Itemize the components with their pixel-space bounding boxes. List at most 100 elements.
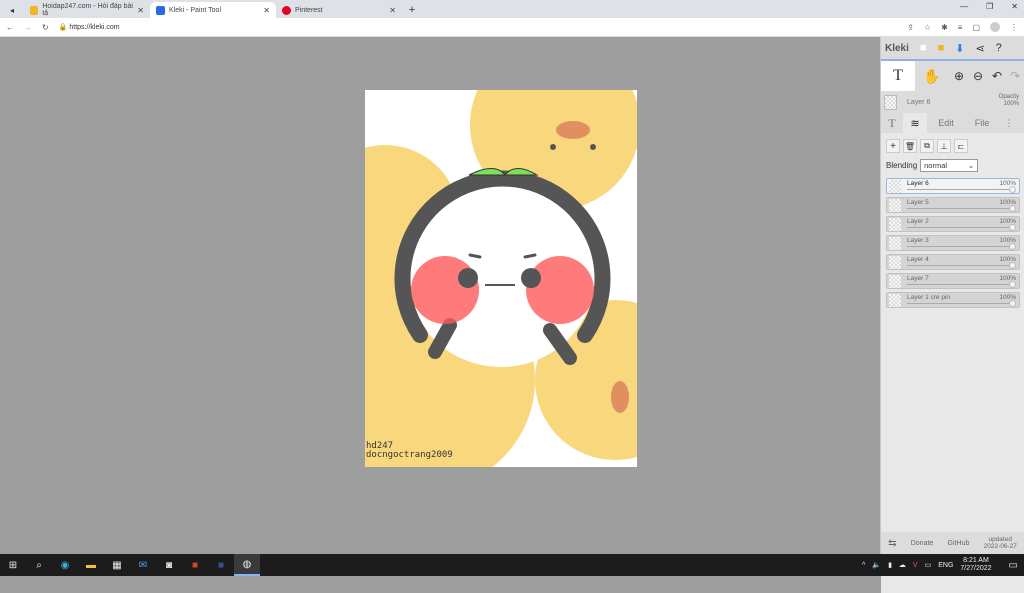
media-icon[interactable]: ≡ bbox=[958, 23, 963, 32]
layer-thumbnail bbox=[889, 294, 901, 307]
mail-icon[interactable]: ✉ bbox=[130, 554, 156, 576]
share-icon[interactable]: ⇪ bbox=[907, 23, 914, 32]
tray-chevron-icon[interactable]: ^ bbox=[862, 562, 865, 569]
network-icon[interactable]: ▭ bbox=[925, 561, 932, 569]
clock[interactable]: 8:21 AM 7/27/2022 bbox=[960, 557, 991, 573]
layer-opacity-slider[interactable] bbox=[907, 227, 1011, 228]
zoom-in-icon[interactable]: ⊕ bbox=[949, 69, 969, 83]
minimize-button[interactable]: — bbox=[960, 2, 968, 11]
close-window-button[interactable]: ✕ bbox=[1011, 2, 1018, 11]
help-icon[interactable]: ? bbox=[996, 42, 1002, 54]
github-link[interactable]: GitHub bbox=[948, 540, 970, 547]
share-icon[interactable]: ⋖ bbox=[975, 42, 984, 55]
download-icon[interactable]: ⬇ bbox=[955, 42, 964, 55]
drawing-canvas[interactable]: hd247 docngoctrang2009 bbox=[365, 90, 637, 467]
layer-opacity-slider[interactable] bbox=[907, 284, 1011, 285]
file-tab[interactable]: File bbox=[965, 118, 999, 128]
layer-opacity-slider[interactable] bbox=[907, 189, 1011, 190]
sidepanel-icon[interactable]: ▢ bbox=[972, 23, 980, 32]
reload-icon[interactable]: ↻ bbox=[42, 23, 49, 32]
close-tab-icon[interactable]: ✕ bbox=[263, 6, 270, 15]
layer-list: Layer 6 100% Layer 5 100% Layer 2 100% Layer 3… bbox=[881, 178, 1024, 308]
layer-item[interactable]: Layer 3 100% bbox=[886, 235, 1020, 251]
menu-icon[interactable]: ⋮ bbox=[1010, 23, 1018, 32]
layer-thumbnail bbox=[889, 218, 901, 231]
artwork bbox=[365, 90, 637, 467]
close-tab-icon[interactable]: ✕ bbox=[137, 6, 144, 15]
tab-pinterest[interactable]: Pinterest ✕ bbox=[276, 2, 402, 18]
forward-icon[interactable]: → bbox=[24, 23, 32, 32]
undo-icon[interactable]: ↶ bbox=[987, 69, 1007, 83]
camera-icon[interactable]: ◙ bbox=[156, 554, 182, 576]
donate-link[interactable]: Donate bbox=[911, 540, 934, 547]
hand-tool-icon[interactable]: ✋ bbox=[915, 68, 949, 85]
zoom-out-icon[interactable]: ⊖ bbox=[969, 69, 987, 83]
star-icon[interactable]: ☆ bbox=[924, 23, 931, 32]
slider-knob[interactable] bbox=[1009, 300, 1016, 307]
powerpoint-icon[interactable]: ■ bbox=[182, 554, 208, 576]
tab-search-icon[interactable]: ◂ bbox=[0, 2, 24, 18]
slider-knob[interactable] bbox=[1009, 262, 1016, 269]
layer-item[interactable]: Layer 2 100% bbox=[886, 216, 1020, 232]
slider-knob[interactable] bbox=[1009, 281, 1016, 288]
file-explorer-icon[interactable]: ▬ bbox=[78, 554, 104, 576]
open-folder-icon[interactable]: ■ bbox=[938, 42, 945, 54]
slider-knob[interactable] bbox=[1009, 243, 1016, 250]
extensions-icon[interactable]: ✱ bbox=[941, 23, 948, 32]
layer-thumbnail bbox=[889, 180, 901, 193]
url-field[interactable]: 🔒 https://kleki.com bbox=[59, 23, 897, 31]
merge-layer-button[interactable]: ⊥ bbox=[937, 139, 951, 153]
kleki-favicon bbox=[156, 5, 165, 15]
layer-item[interactable]: Layer 5 100% bbox=[886, 197, 1020, 213]
layer-item[interactable]: Layer 4 100% bbox=[886, 254, 1020, 270]
slider-knob[interactable] bbox=[1009, 224, 1016, 231]
start-icon[interactable]: ⊞ bbox=[0, 554, 26, 576]
slider-knob[interactable] bbox=[1009, 205, 1016, 212]
layer-name: Layer 7 bbox=[907, 275, 929, 282]
new-tab-button[interactable]: + bbox=[402, 2, 422, 18]
layers-tab-icon[interactable]: ≋ bbox=[903, 113, 927, 133]
add-layer-button[interactable]: + bbox=[886, 139, 900, 153]
watermark: hd247 docngoctrang2009 bbox=[366, 442, 453, 460]
maximize-button[interactable]: ❐ bbox=[986, 2, 993, 11]
new-image-icon[interactable]: ■ bbox=[920, 42, 927, 54]
layer-opacity-slider[interactable] bbox=[907, 208, 1011, 209]
layer-item[interactable]: Layer 6 100% bbox=[886, 178, 1020, 194]
language-indicator[interactable]: ENG bbox=[938, 562, 953, 569]
swap-icon[interactable]: ⇆ bbox=[888, 538, 896, 549]
slider-knob[interactable] bbox=[1009, 186, 1016, 193]
layer-item[interactable]: Layer 7 100% bbox=[886, 273, 1020, 289]
tab-hoidap[interactable]: Hoidap247.com - Hỏi đáp bài tậ ✕ bbox=[24, 2, 150, 18]
opacity-label: Opacity bbox=[998, 94, 1019, 100]
close-tab-icon[interactable]: ✕ bbox=[389, 6, 396, 15]
text-tab-icon[interactable]: T bbox=[881, 116, 903, 131]
app-tray-icon[interactable]: V bbox=[913, 562, 918, 569]
url-text: https://kleki.com bbox=[69, 24, 120, 31]
layer-opacity-slider[interactable] bbox=[907, 265, 1011, 266]
profile-avatar[interactable] bbox=[990, 22, 1000, 32]
volume-icon[interactable]: 🔈 bbox=[872, 561, 881, 569]
more-icon[interactable]: ⋮ bbox=[999, 118, 1019, 129]
layer-name: Layer 3 bbox=[907, 237, 929, 244]
blending-select[interactable]: normal ⌄ bbox=[920, 158, 979, 172]
chrome-icon[interactable]: ◍ bbox=[234, 554, 260, 576]
word-icon[interactable]: ■ bbox=[208, 554, 234, 576]
layer-item[interactable]: Layer 1 cre pin 100% bbox=[886, 292, 1020, 308]
layer-opacity-slider[interactable] bbox=[907, 303, 1011, 304]
delete-layer-button[interactable]: 🗑 bbox=[903, 139, 917, 153]
notifications-icon[interactable]: ▭ bbox=[1009, 560, 1018, 571]
duplicate-layer-button[interactable]: ⧉ bbox=[920, 139, 934, 153]
tab-kleki[interactable]: Kleki - Paint Tool ✕ bbox=[150, 2, 276, 18]
layer-thumbnail bbox=[884, 94, 897, 110]
search-icon[interactable]: ⌕ bbox=[26, 554, 52, 576]
text-tool-button[interactable]: T bbox=[881, 61, 915, 91]
edge-icon[interactable]: ◉ bbox=[52, 554, 78, 576]
layer-opacity-slider[interactable] bbox=[907, 246, 1011, 247]
edit-tab[interactable]: Edit bbox=[927, 118, 965, 128]
store-icon[interactable]: ▦ bbox=[104, 554, 130, 576]
mic-icon[interactable]: ▮ bbox=[888, 561, 892, 569]
onedrive-icon[interactable]: ☁ bbox=[899, 561, 906, 569]
back-icon[interactable]: ← bbox=[6, 23, 14, 32]
redo-icon[interactable]: ↷ bbox=[1007, 69, 1023, 83]
rename-layer-button[interactable]: ⊏ bbox=[954, 139, 968, 153]
